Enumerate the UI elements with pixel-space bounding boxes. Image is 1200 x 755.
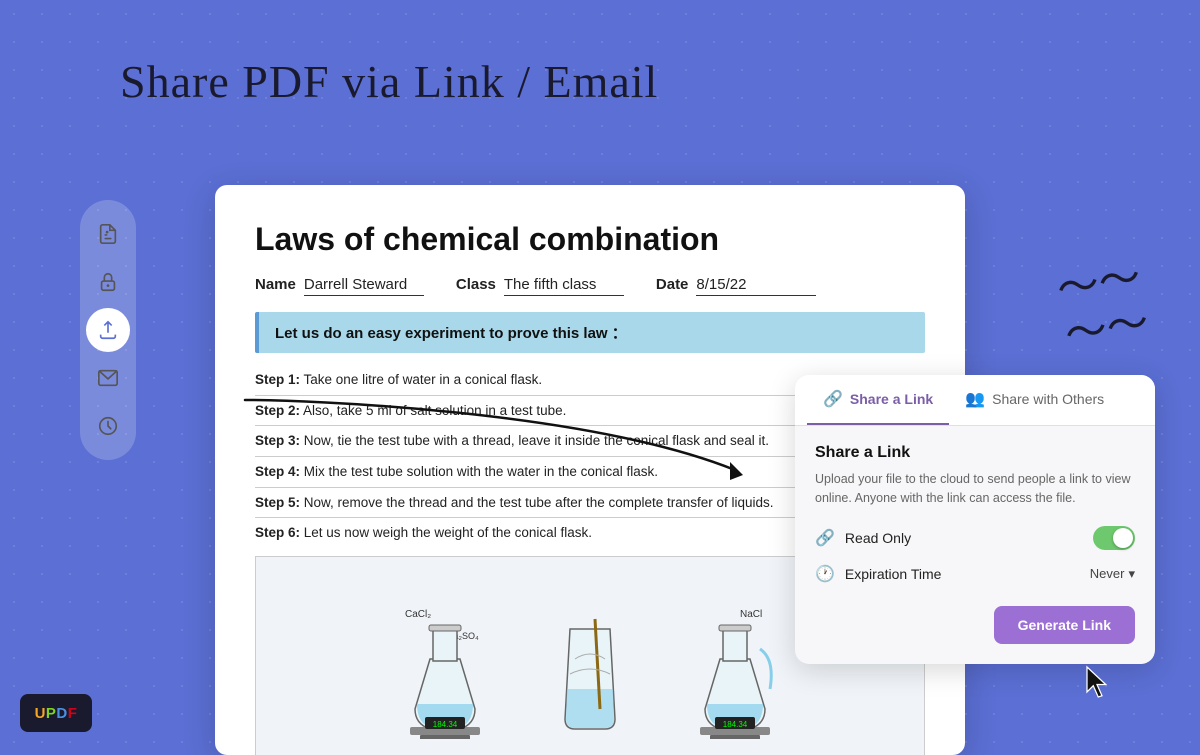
clock-icon: 🕐 [815,564,835,584]
expiry-select[interactable]: Never ▾ [1090,566,1135,582]
svg-text:184.34: 184.34 [433,720,458,729]
tab-share-link[interactable]: 🔗 Share a Link [807,375,949,425]
updf-logo: UPDF [20,694,92,732]
generate-link-button[interactable]: Generate Link [994,606,1135,644]
document-meta: Name Darrell Steward Class The fifth cla… [255,276,925,296]
sidebar [80,200,136,460]
sidebar-item-mail[interactable] [86,356,130,400]
share-tabs: 🔗 Share a Link 👥 Share with Others [795,375,1155,426]
decorative-waves: 〜〜〜〜 [1054,253,1153,359]
svg-text:CaCl₂: CaCl₂ [405,609,431,620]
share-panel-body: Share a Link Upload your file to the clo… [795,426,1155,664]
flask-2 [545,599,635,739]
sidebar-item-lock[interactable] [86,260,130,304]
sidebar-item-save[interactable] [86,404,130,448]
expiry-row: 🕐 Expiration Time Never ▾ [815,564,1135,584]
class-value: The fifth class [504,276,624,296]
share-title: Share a Link [815,444,1135,462]
expiry-label: Expiration Time [845,566,1080,582]
tab-share-others[interactable]: 👥 Share with Others [949,375,1120,425]
document-title: Laws of chemical combination [255,221,925,258]
svg-text:NaCl: NaCl [740,609,762,620]
date-label: Date [656,276,689,293]
read-only-toggle[interactable] [1093,526,1135,550]
sidebar-item-file[interactable] [86,212,130,256]
sidebar-item-share[interactable] [86,308,130,352]
name-label: Name [255,276,296,293]
read-only-label: Read Only [845,530,1083,546]
class-label: Class [456,276,496,293]
read-only-row: 🔗 Read Only [815,526,1135,550]
tab-share-link-label: Share a Link [850,391,933,407]
link-icon: 🔗 [823,389,843,409]
svg-text:184.34: 184.34 [723,720,748,729]
page-header-title: Share PDF via Link / Email [120,55,658,108]
document-highlight: Let us do an easy experiment to prove th… [255,312,925,353]
tab-share-others-label: Share with Others [992,391,1104,407]
mouse-cursor [1082,664,1112,700]
share-panel: 🔗 Share a Link 👥 Share with Others Share… [795,375,1155,664]
read-only-icon: 🔗 [815,528,835,548]
date-value: 8/15/22 [696,276,816,296]
name-value: Darrell Steward [304,276,424,296]
flask-3: NaCl 184.34 [685,599,785,739]
share-description: Upload your file to the cloud to send pe… [815,470,1135,508]
chevron-down-icon: ▾ [1128,566,1135,582]
flask-1: CaCl₂ Na₂SO₄ 184.34 [395,599,495,739]
people-icon: 👥 [965,389,985,409]
expiry-value: Never [1090,566,1125,581]
